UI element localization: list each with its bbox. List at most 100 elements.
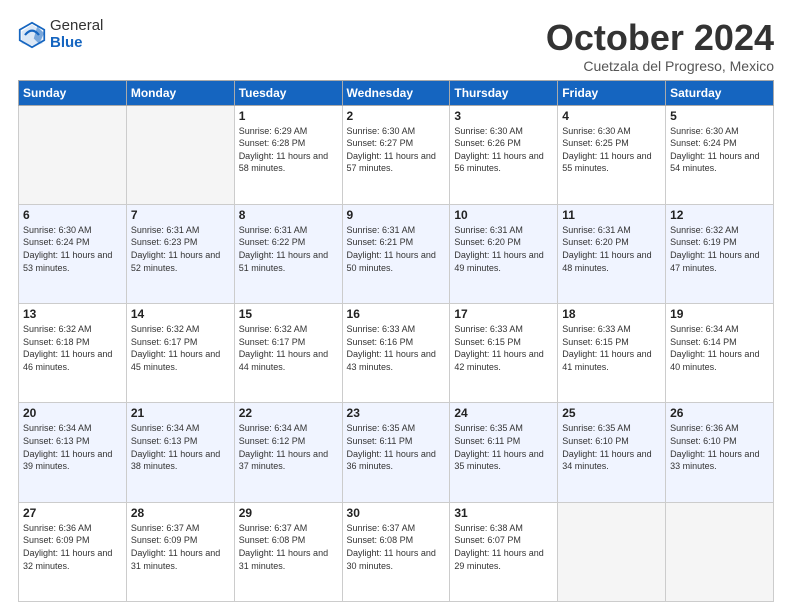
day-info: Sunrise: 6:33 AMSunset: 6:15 PMDaylight:… [562,323,661,373]
day-info: Sunrise: 6:33 AMSunset: 6:15 PMDaylight:… [454,323,553,373]
calendar-day-cell: 6 Sunrise: 6:30 AMSunset: 6:24 PMDaylight… [19,204,127,303]
day-number: 22 [239,406,338,420]
calendar-day-cell: 28 Sunrise: 6:37 AMSunset: 6:09 PMDayligh… [126,502,234,601]
calendar-day-cell: 5 Sunrise: 6:30 AMSunset: 6:24 PMDaylight… [666,105,774,204]
calendar-day-cell: 26 Sunrise: 6:36 AMSunset: 6:10 PMDayligh… [666,403,774,502]
calendar-day-cell: 2Sunrise: 6:30 AMSunset: 6:27 PMDaylight… [342,105,450,204]
day-info: Sunrise: 6:37 AMSunset: 6:09 PMDaylight:… [131,522,230,572]
calendar-day-cell: 15 Sunrise: 6:32 AMSunset: 6:17 PMDayligh… [234,304,342,403]
day-number: 16 [347,307,446,321]
day-info: Sunrise: 6:32 AMSunset: 6:17 PMDaylight:… [239,323,338,373]
calendar-day-cell: 21 Sunrise: 6:34 AMSunset: 6:13 PMDayligh… [126,403,234,502]
day-info: Sunrise: 6:37 AMSunset: 6:08 PMDaylight:… [239,522,338,572]
day-number: 20 [23,406,122,420]
calendar-day-cell: 18 Sunrise: 6:33 AMSunset: 6:15 PMDayligh… [558,304,666,403]
day-number: 15 [239,307,338,321]
calendar-day-cell: 31 Sunrise: 6:38 AMSunset: 6:07 PMDayligh… [450,502,558,601]
calendar-day-cell: 10 Sunrise: 6:31 AMSunset: 6:20 PMDayligh… [450,204,558,303]
day-info: Sunrise: 6:31 AMSunset: 6:20 PMDaylight:… [454,224,553,274]
calendar-day-cell: 12Sunrise: 6:32 AMSunset: 6:19 PMDayligh… [666,204,774,303]
day-number: 4 [562,109,661,123]
calendar-day-cell: 25Sunrise: 6:35 AMSunset: 6:10 PMDayligh… [558,403,666,502]
title-block: October 2024 Cuetzala del Progreso, Mexi… [546,18,774,74]
day-number: 18 [562,307,661,321]
day-number: 5 [670,109,769,123]
day-header-wednesday: Wednesday [342,80,450,105]
day-header-saturday: Saturday [666,80,774,105]
calendar-day-cell [666,502,774,601]
calendar: SundayMondayTuesdayWednesdayThursdayFrid… [18,80,774,602]
day-info: Sunrise: 6:31 AMSunset: 6:22 PMDaylight:… [239,224,338,274]
day-header-monday: Monday [126,80,234,105]
calendar-day-cell [558,502,666,601]
day-number: 9 [347,208,446,222]
day-header-friday: Friday [558,80,666,105]
location: Cuetzala del Progreso, Mexico [546,58,774,74]
day-info: Sunrise: 6:31 AMSunset: 6:21 PMDaylight:… [347,224,446,274]
day-number: 1 [239,109,338,123]
day-info: Sunrise: 6:35 AMSunset: 6:10 PMDaylight:… [562,422,661,472]
day-info: Sunrise: 6:31 AMSunset: 6:20 PMDaylight:… [562,224,661,274]
calendar-week-row: 20 Sunrise: 6:34 AMSunset: 6:13 PMDayligh… [19,403,774,502]
calendar-day-cell [126,105,234,204]
day-info: Sunrise: 6:31 AMSunset: 6:23 PMDaylight:… [131,224,230,274]
day-number: 17 [454,307,553,321]
day-number: 13 [23,307,122,321]
day-info: Sunrise: 6:38 AMSunset: 6:07 PMDaylight:… [454,522,553,572]
day-number: 29 [239,506,338,520]
day-info: Sunrise: 6:34 AMSunset: 6:13 PMDaylight:… [131,422,230,472]
day-info: Sunrise: 6:35 AMSunset: 6:11 PMDaylight:… [454,422,553,472]
day-info: Sunrise: 6:34 AMSunset: 6:14 PMDaylight:… [670,323,769,373]
day-info: Sunrise: 6:36 AMSunset: 6:09 PMDaylight:… [23,522,122,572]
day-header-tuesday: Tuesday [234,80,342,105]
calendar-week-row: 6 Sunrise: 6:30 AMSunset: 6:24 PMDaylight… [19,204,774,303]
day-number: 30 [347,506,446,520]
day-info: Sunrise: 6:36 AMSunset: 6:10 PMDaylight:… [670,422,769,472]
calendar-week-row: 1 Sunrise: 6:29 AMSunset: 6:28 PMDaylight… [19,105,774,204]
day-number: 6 [23,208,122,222]
calendar-day-cell: 8 Sunrise: 6:31 AMSunset: 6:22 PMDaylight… [234,204,342,303]
calendar-day-cell: 9 Sunrise: 6:31 AMSunset: 6:21 PMDaylight… [342,204,450,303]
day-number: 10 [454,208,553,222]
day-info: Sunrise: 6:34 AMSunset: 6:12 PMDaylight:… [239,422,338,472]
calendar-day-cell: 27 Sunrise: 6:36 AMSunset: 6:09 PMDayligh… [19,502,127,601]
day-info: Sunrise: 6:34 AMSunset: 6:13 PMDaylight:… [23,422,122,472]
calendar-day-cell: 19Sunrise: 6:34 AMSunset: 6:14 PMDayligh… [666,304,774,403]
day-number: 26 [670,406,769,420]
day-info: Sunrise: 6:33 AMSunset: 6:16 PMDaylight:… [347,323,446,373]
calendar-header-row: SundayMondayTuesdayWednesdayThursdayFrid… [19,80,774,105]
day-info: Sunrise: 6:30 AMSunset: 6:24 PMDaylight:… [23,224,122,274]
day-info: Sunrise: 6:29 AMSunset: 6:28 PMDaylight:… [239,125,338,175]
day-number: 31 [454,506,553,520]
day-number: 7 [131,208,230,222]
day-number: 28 [131,506,230,520]
day-info: Sunrise: 6:35 AMSunset: 6:11 PMDaylight:… [347,422,446,472]
day-info: Sunrise: 6:30 AMSunset: 6:24 PMDaylight:… [670,125,769,175]
logo-line1: General [50,18,103,35]
calendar-day-cell [19,105,127,204]
calendar-day-cell: 1 Sunrise: 6:29 AMSunset: 6:28 PMDaylight… [234,105,342,204]
calendar-day-cell: 24Sunrise: 6:35 AMSunset: 6:11 PMDayligh… [450,403,558,502]
day-info: Sunrise: 6:37 AMSunset: 6:08 PMDaylight:… [347,522,446,572]
calendar-day-cell: 14Sunrise: 6:32 AMSunset: 6:17 PMDayligh… [126,304,234,403]
month-title: October 2024 [546,18,774,58]
logo-line2: Blue [50,35,103,52]
logo-icon [18,21,46,49]
header: General Blue October 2024 Cuetzala del P… [18,18,774,74]
calendar-day-cell: 22 Sunrise: 6:34 AMSunset: 6:12 PMDayligh… [234,403,342,502]
day-number: 21 [131,406,230,420]
calendar-day-cell: 30 Sunrise: 6:37 AMSunset: 6:08 PMDayligh… [342,502,450,601]
day-info: Sunrise: 6:30 AMSunset: 6:25 PMDaylight:… [562,125,661,175]
calendar-day-cell: 29 Sunrise: 6:37 AMSunset: 6:08 PMDayligh… [234,502,342,601]
calendar-day-cell: 17 Sunrise: 6:33 AMSunset: 6:15 PMDayligh… [450,304,558,403]
calendar-day-cell: 3Sunrise: 6:30 AMSunset: 6:26 PMDaylight… [450,105,558,204]
logo: General Blue [18,18,103,51]
day-number: 8 [239,208,338,222]
calendar-day-cell: 13Sunrise: 6:32 AMSunset: 6:18 PMDayligh… [19,304,127,403]
calendar-day-cell: 20 Sunrise: 6:34 AMSunset: 6:13 PMDayligh… [19,403,127,502]
logo-text: General Blue [50,18,103,51]
calendar-day-cell: 11Sunrise: 6:31 AMSunset: 6:20 PMDayligh… [558,204,666,303]
day-number: 3 [454,109,553,123]
day-info: Sunrise: 6:32 AMSunset: 6:19 PMDaylight:… [670,224,769,274]
day-number: 27 [23,506,122,520]
